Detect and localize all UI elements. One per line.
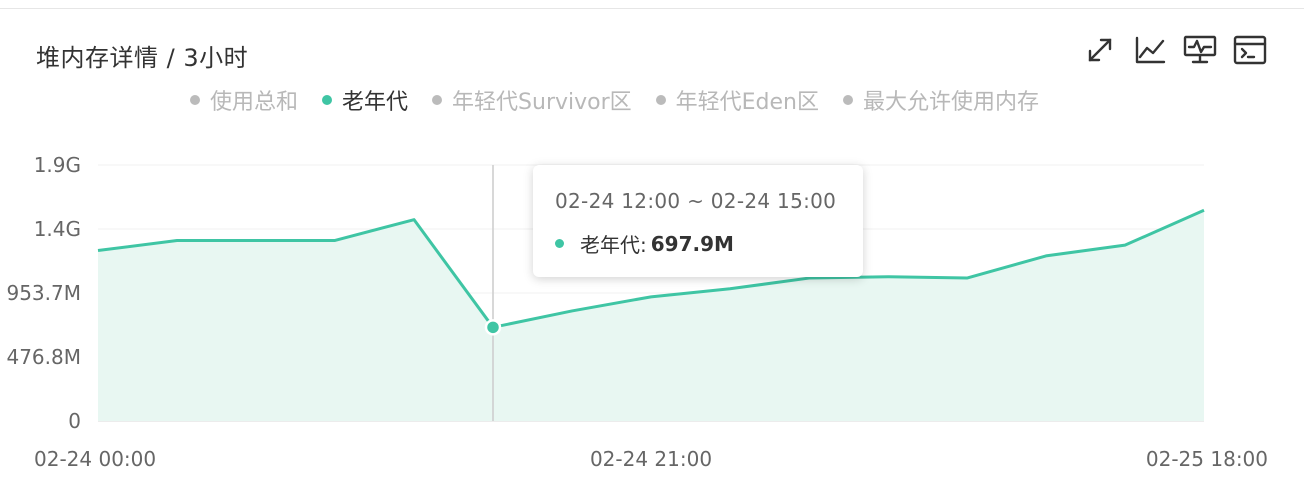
tooltip-series-label: 老年代:	[580, 233, 647, 257]
tooltip-time: 02-24 12:00 ~ 02-24 15:00	[555, 189, 837, 213]
y-axis: 1.9G 1.4G 953.7M 476.8M 0	[6, 153, 81, 433]
x-tick-label: 02-25 18:00	[1146, 447, 1268, 471]
x-tick-label: 02-24 21:00	[590, 447, 712, 471]
tooltip-value: 697.9M	[650, 231, 734, 256]
x-axis: 02-24 00:00 02-24 21:00 02-25 18:00	[34, 447, 1268, 471]
tooltip-series-dot	[555, 239, 564, 248]
x-tick-label: 02-24 00:00	[34, 447, 156, 471]
highlighted-point[interactable]	[484, 319, 502, 336]
tooltip-row: 老年代: 697.9M	[555, 229, 841, 258]
y-tick-label: 476.8M	[6, 345, 81, 369]
chart-tooltip: 02-24 12:00 ~ 02-24 15:00 老年代: 697.9M	[533, 165, 863, 277]
y-tick-label: 1.4G	[34, 217, 81, 241]
y-tick-label: 1.9G	[34, 153, 81, 177]
y-tick-label: 953.7M	[6, 281, 81, 305]
y-tick-label: 0	[68, 409, 81, 433]
